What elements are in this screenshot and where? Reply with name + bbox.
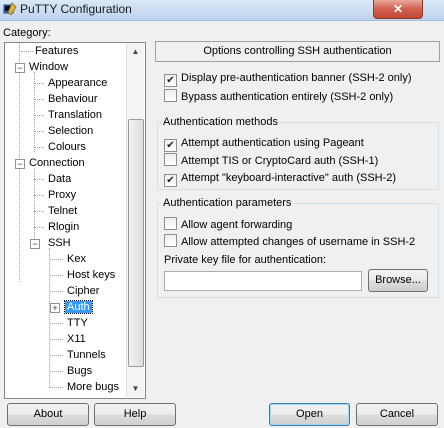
tree-item-host-keys[interactable]: Host keys bbox=[50, 268, 117, 283]
tree-item-selection[interactable]: Selection bbox=[34, 124, 95, 139]
checkbox-checked-icon[interactable]: ✔ bbox=[164, 74, 177, 87]
checkbox-label: Attempt TIS or CryptoCard auth (SSH-1) bbox=[181, 155, 379, 167]
auth-methods-title: Authentication methods bbox=[161, 116, 280, 128]
tree-item-rlogin[interactable]: Rlogin bbox=[34, 220, 81, 235]
tree-scrollbar[interactable]: ▲ ▼ bbox=[126, 43, 144, 397]
tree-item-label: Features bbox=[35, 45, 79, 57]
tree-item-more-bugs[interactable]: More bugs bbox=[50, 380, 121, 395]
tree-item-label: Bugs bbox=[67, 365, 93, 377]
tree-item-label: Host keys bbox=[67, 269, 116, 281]
category-label: Category: bbox=[3, 27, 51, 39]
scroll-up-icon[interactable]: ▲ bbox=[127, 43, 144, 60]
help-button[interactable]: Help bbox=[94, 403, 176, 426]
checkbox-label: Display pre-authentication banner (SSH-2… bbox=[181, 72, 412, 84]
tree-item-label: Auth bbox=[64, 300, 93, 314]
tree-item-auth[interactable]: + Auth bbox=[50, 300, 93, 315]
checkbox-unchecked-icon[interactable] bbox=[164, 234, 177, 247]
tree-item-tty[interactable]: TTY bbox=[50, 316, 90, 331]
tree-item-kex[interactable]: Kex bbox=[50, 252, 88, 267]
tree-item-features[interactable]: Features bbox=[21, 44, 80, 59]
checkbox-unchecked-icon[interactable] bbox=[164, 153, 177, 166]
tree-item-label: Rlogin bbox=[48, 221, 80, 233]
tree-item-label: Selection bbox=[48, 125, 94, 137]
close-icon: ✕ bbox=[392, 2, 404, 16]
collapse-icon[interactable]: − bbox=[15, 159, 25, 169]
tree-item-bugs[interactable]: Bugs bbox=[50, 364, 94, 379]
keyboard-interactive-checkbox[interactable]: ✔ Attempt "keyboard-interactive" auth (SS… bbox=[164, 170, 397, 187]
tree-item-telnet[interactable]: Telnet bbox=[34, 204, 79, 219]
tree-item-label: Appearance bbox=[48, 77, 108, 89]
scroll-down-icon[interactable]: ▼ bbox=[127, 380, 144, 397]
tree-item-label: Telnet bbox=[48, 205, 78, 217]
tree-item-label: Kex bbox=[67, 253, 86, 265]
browse-button[interactable]: Browse... bbox=[368, 269, 428, 292]
checkbox-label: Attempt "keyboard-interactive" auth (SSH… bbox=[181, 172, 397, 184]
tree-item-label: X11 bbox=[67, 333, 86, 345]
tree-item-label: Behaviour bbox=[48, 93, 98, 105]
tree-item-label: Connection bbox=[29, 157, 85, 169]
tree-item-label: Cipher bbox=[67, 285, 100, 297]
tree-item-connection[interactable]: − Connection bbox=[15, 156, 87, 171]
tree-item-label: More bugs bbox=[67, 381, 119, 393]
tree-item-window[interactable]: − Window bbox=[15, 60, 70, 75]
agent-forwarding-checkbox[interactable]: Allow agent forwarding bbox=[164, 217, 292, 233]
auth-params-title: Authentication parameters bbox=[161, 197, 294, 209]
about-button[interactable]: About bbox=[7, 403, 89, 426]
pageant-checkbox[interactable]: ✔ Attempt authentication using Pageant bbox=[164, 135, 364, 152]
open-button[interactable]: Open bbox=[269, 403, 350, 426]
window-title: PuTTY Configuration bbox=[20, 2, 132, 16]
collapse-icon[interactable]: − bbox=[30, 239, 40, 249]
tree-item-proxy[interactable]: Proxy bbox=[34, 188, 78, 203]
tree-item-colours[interactable]: Colours bbox=[34, 140, 88, 155]
checkbox-label: Attempt authentication using Pageant bbox=[181, 137, 364, 149]
tree-item-label: Window bbox=[29, 61, 69, 73]
checkbox-checked-icon[interactable]: ✔ bbox=[164, 139, 177, 152]
tree-item-cipher[interactable]: Cipher bbox=[50, 284, 101, 299]
tis-cryptocard-checkbox[interactable]: Attempt TIS or CryptoCard auth (SSH-1) bbox=[164, 153, 378, 169]
tree-item-data[interactable]: Data bbox=[34, 172, 73, 187]
tree-item-label: TTY bbox=[67, 317, 88, 329]
tree-item-label: Colours bbox=[48, 141, 86, 153]
cancel-button[interactable]: Cancel bbox=[356, 403, 438, 426]
display-banner-checkbox[interactable]: ✔ Display pre-authentication banner (SSH-… bbox=[164, 70, 412, 87]
title-bar[interactable]: PuTTY Configuration ✕ bbox=[0, 0, 444, 21]
tree-item-translation[interactable]: Translation bbox=[34, 108, 104, 123]
expand-icon[interactable]: + bbox=[50, 303, 60, 313]
checkbox-label: Allow agent forwarding bbox=[181, 219, 293, 231]
tree-item-label: Translation bbox=[48, 109, 103, 121]
checkbox-label: Bypass authentication entirely (SSH-2 on… bbox=[181, 91, 394, 103]
tree-item-behaviour[interactable]: Behaviour bbox=[34, 92, 100, 107]
category-tree[interactable]: Features − Window Appearance Behaviour T… bbox=[4, 42, 146, 399]
tree-item-ssh[interactable]: − SSH bbox=[30, 236, 73, 251]
tree-item-label: SSH bbox=[48, 237, 71, 249]
username-change-checkbox[interactable]: Allow attempted changes of username in S… bbox=[164, 234, 415, 250]
checkbox-unchecked-icon[interactable] bbox=[164, 89, 177, 102]
tree-item-label: Tunnels bbox=[67, 349, 106, 361]
panel-header: Options controlling SSH authentication bbox=[155, 41, 440, 62]
putty-app-icon bbox=[3, 2, 17, 16]
bypass-auth-checkbox[interactable]: Bypass authentication entirely (SSH-2 on… bbox=[164, 89, 393, 105]
scroll-thumb[interactable] bbox=[128, 119, 144, 367]
tree-item-x11[interactable]: X11 bbox=[50, 332, 88, 347]
tree-item-tunnels[interactable]: Tunnels bbox=[50, 348, 108, 363]
close-button[interactable]: ✕ bbox=[373, 0, 423, 19]
keyfile-label: Private key file for authentication: bbox=[164, 254, 327, 266]
keyfile-input[interactable] bbox=[164, 271, 362, 291]
collapse-icon[interactable]: − bbox=[15, 63, 25, 73]
tree-item-appearance[interactable]: Appearance bbox=[34, 76, 109, 91]
tree-item-label: Data bbox=[48, 173, 72, 185]
checkbox-label: Allow attempted changes of username in S… bbox=[181, 236, 416, 248]
checkbox-unchecked-icon[interactable] bbox=[164, 217, 177, 230]
checkbox-checked-icon[interactable]: ✔ bbox=[164, 174, 177, 187]
tree-item-label: Proxy bbox=[48, 189, 77, 201]
